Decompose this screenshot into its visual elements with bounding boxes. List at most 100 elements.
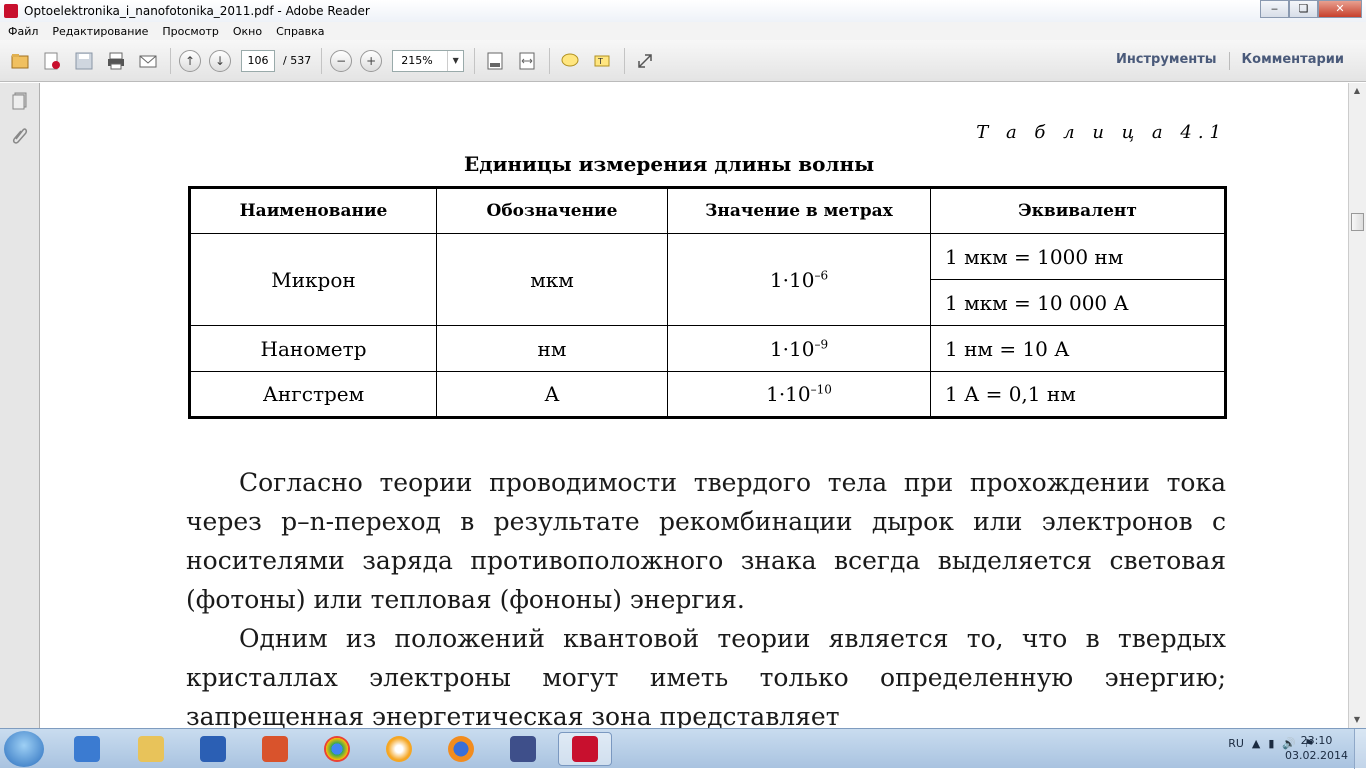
create-pdf-icon[interactable] [40, 49, 64, 73]
value-base: 1·10 [766, 382, 811, 406]
table-caption: Т а б л и ц а 4.1 [976, 122, 1227, 143]
attachments-icon[interactable] [10, 125, 30, 145]
zoom-out-icon[interactable]: − [330, 49, 353, 72]
toolbar-separator [170, 47, 171, 74]
title-bar: Optoelektronika_i_nanofotonika_2011.pdf … [0, 0, 1366, 22]
maximize-button[interactable]: ❏ [1289, 0, 1318, 18]
clock[interactable]: 23:10 03.02.2014 [1285, 733, 1348, 763]
unit-name: Нанометр [189, 325, 437, 372]
explorer-taskbar-item[interactable] [124, 732, 178, 766]
toolbar-right-panel: Инструменты Комментарии [1104, 52, 1356, 70]
unit-value: 1·10–10 [667, 371, 931, 418]
chrome-icon [324, 736, 350, 762]
navigation-pane [0, 83, 40, 728]
document-page: Т а б л и ц а 4.1 Единицы измерения длин… [44, 83, 1347, 728]
unit-equivalent: 1 А = 0,1 нм [930, 371, 1226, 418]
matlab-icon [262, 736, 288, 762]
unit-symbol: мкм [436, 233, 668, 326]
table-header: Обозначение [436, 187, 668, 234]
vertical-scrollbar[interactable]: ▲ ▼ [1348, 83, 1366, 728]
app-icon [386, 736, 412, 762]
menu-edit[interactable]: Редактирование [52, 25, 148, 38]
scroll-up-icon[interactable]: ▲ [1349, 83, 1365, 99]
clock-date: 03.02.2014 [1285, 749, 1348, 762]
value-exponent: –10 [810, 382, 832, 397]
folder-icon [138, 736, 164, 762]
page-number-input[interactable]: 106 [241, 49, 275, 72]
value-exponent: –9 [814, 336, 829, 351]
paragraph: Одним из положений квантовой теории явля… [186, 624, 1226, 728]
paragraph: Согласно теории проводимости твердого те… [186, 468, 1226, 614]
taskbar: RU ▲ ▮ 🔊 ⚑ 23:10 03.02.2014 [0, 728, 1366, 769]
tray-arrow-icon[interactable]: ▲ [1252, 737, 1260, 750]
zoom-select[interactable]: 215% ▼ [392, 49, 465, 72]
toolbar-separator [321, 47, 323, 74]
table-title: Единицы измерения длины волны [464, 152, 875, 176]
window-title: Optoelektronika_i_nanofotonika_2011.pdf … [24, 4, 370, 18]
value-base: 1·10 [769, 267, 815, 292]
app2-icon [510, 736, 536, 762]
svg-text:T: T [597, 57, 603, 66]
unit-equivalent: 1 мкм = 10 000 А [930, 279, 1226, 326]
close-button[interactable]: ✕ [1318, 0, 1362, 18]
menu-window[interactable]: Окно [233, 25, 262, 38]
next-page-icon[interactable]: ↓ [209, 49, 231, 72]
unit-symbol: нм [436, 325, 668, 372]
save-icon[interactable] [72, 49, 96, 73]
previous-page-icon[interactable]: ↑ [179, 49, 201, 72]
open-icon[interactable] [8, 49, 32, 73]
firefox-taskbar-item[interactable] [434, 732, 488, 766]
chrome-taskbar-item[interactable] [310, 732, 364, 766]
zoom-value: 215% [401, 53, 433, 67]
fullscreen-icon[interactable] [633, 49, 657, 73]
firefox-icon [448, 736, 474, 762]
unit-value: 1·10–9 [667, 325, 931, 372]
matlab-taskbar-item[interactable] [248, 732, 302, 766]
show-desktop-button[interactable] [1354, 729, 1366, 769]
app-taskbar-item[interactable] [372, 732, 426, 766]
language-indicator[interactable]: RU [1228, 737, 1244, 750]
fit-width-icon[interactable] [515, 49, 539, 73]
fit-page-icon[interactable] [483, 49, 507, 73]
table-row: Ангстрем А 1·10–10 1 А = 0,1 нм [189, 371, 1226, 418]
adobe-reader-icon [4, 4, 18, 18]
clock-time: 23:10 [1300, 734, 1333, 747]
adobe-reader-icon [572, 736, 598, 762]
minimize-button[interactable]: ‒ [1260, 0, 1289, 18]
network-icon[interactable]: ▮ [1268, 737, 1274, 750]
table-header-row: Наименование Обозначение Значение в метр… [189, 187, 1226, 234]
units-table: Наименование Обозначение Значение в метр… [188, 186, 1227, 419]
page-total: / 537 [283, 54, 312, 67]
word-taskbar-item[interactable] [186, 732, 240, 766]
comment-icon[interactable] [558, 49, 582, 73]
comments-tab[interactable]: Комментарии [1230, 52, 1356, 70]
zoom-in-icon[interactable]: + [360, 49, 383, 72]
start-button[interactable] [4, 731, 44, 767]
body-text: Согласно теории проводимости твердого те… [186, 463, 1226, 728]
menu-file[interactable]: Файл [8, 25, 38, 38]
value-exponent: –6 [814, 267, 829, 282]
unit-equivalent: 1 нм = 10 А [930, 325, 1226, 372]
toolbar-separator [624, 47, 626, 74]
scroll-down-icon[interactable]: ▼ [1349, 712, 1365, 728]
unit-symbol: А [436, 371, 668, 418]
table-header: Наименование [189, 187, 437, 234]
email-icon[interactable] [136, 49, 160, 73]
unit-value: 1·10–6 [667, 233, 931, 326]
print-icon[interactable] [104, 49, 128, 73]
media-player-icon [74, 736, 100, 762]
menu-help[interactable]: Справка [276, 25, 324, 38]
pages-icon[interactable] [10, 91, 30, 111]
media-player-taskbar-item[interactable] [60, 732, 114, 766]
highlight-icon[interactable]: T [590, 49, 614, 73]
value-base: 1·10 [769, 336, 815, 361]
app2-taskbar-item[interactable] [496, 732, 550, 766]
menu-view[interactable]: Просмотр [162, 25, 218, 38]
unit-name: Микрон [189, 233, 437, 326]
adobe-reader-taskbar-item[interactable] [558, 732, 612, 766]
scroll-thumb[interactable] [1351, 213, 1364, 231]
table-row: Микрон мкм 1·10–6 1 мкм = 1000 нм [189, 233, 1226, 326]
chevron-down-icon[interactable]: ▼ [447, 50, 463, 71]
unit-equivalent: 1 мкм = 1000 нм [930, 233, 1226, 280]
tools-tab[interactable]: Инструменты [1104, 52, 1229, 70]
